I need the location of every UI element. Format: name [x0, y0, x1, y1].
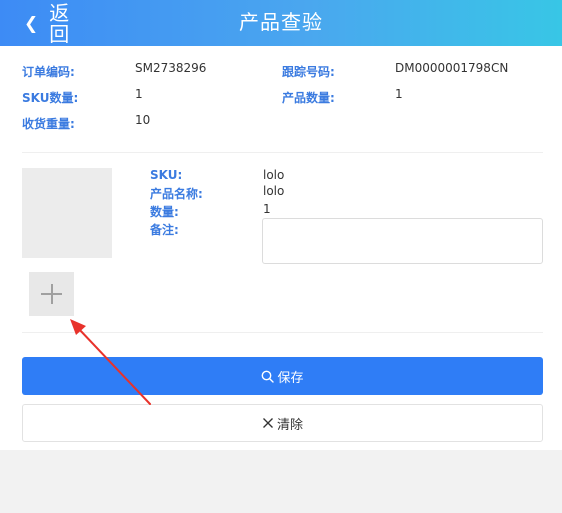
section-divider — [22, 332, 543, 333]
order-no-label: 订单编码: — [22, 65, 75, 79]
order-no-value: SM2738296 — [135, 61, 207, 75]
save-label: 保存 — [277, 370, 304, 386]
save-button[interactable]: 保存 — [22, 357, 543, 395]
product-count-value: 1 — [395, 87, 403, 101]
weight-label: 收货重量: — [22, 117, 75, 131]
note-label: 备注: — [150, 223, 179, 237]
tracking-no-label: 跟踪号码: — [282, 65, 335, 79]
quantity-label: 数量: — [150, 205, 179, 219]
weight-value: 10 — [135, 113, 151, 127]
close-icon — [262, 417, 274, 429]
tracking-no-value: DM0000001798CN — [395, 61, 509, 75]
clear-label: 清除 — [276, 417, 303, 433]
inspection-panel: 订单编码: SM2738296 跟踪号码: DM0000001798CN SKU… — [0, 46, 562, 450]
sku-count-value: 1 — [135, 87, 143, 101]
clear-button[interactable]: 清除 — [22, 404, 543, 442]
sku-count-label: SKU数量: — [22, 91, 79, 105]
quantity-value: 1 — [263, 202, 271, 216]
product-name-label: 产品名称: — [150, 187, 203, 201]
sku-value: lolo — [263, 168, 285, 182]
search-icon — [261, 370, 275, 383]
product-name-value: lolo — [263, 184, 285, 198]
note-input[interactable] — [262, 218, 543, 264]
app-header: ❮ 返回 产品查验 — [0, 0, 562, 46]
product-image — [22, 168, 112, 258]
product-count-label: 产品数量: — [282, 91, 335, 105]
upload-image-button[interactable] — [29, 272, 74, 316]
page-title: 产品查验 — [239, 10, 323, 34]
sku-label: SKU: — [150, 168, 183, 182]
section-divider — [22, 152, 543, 153]
